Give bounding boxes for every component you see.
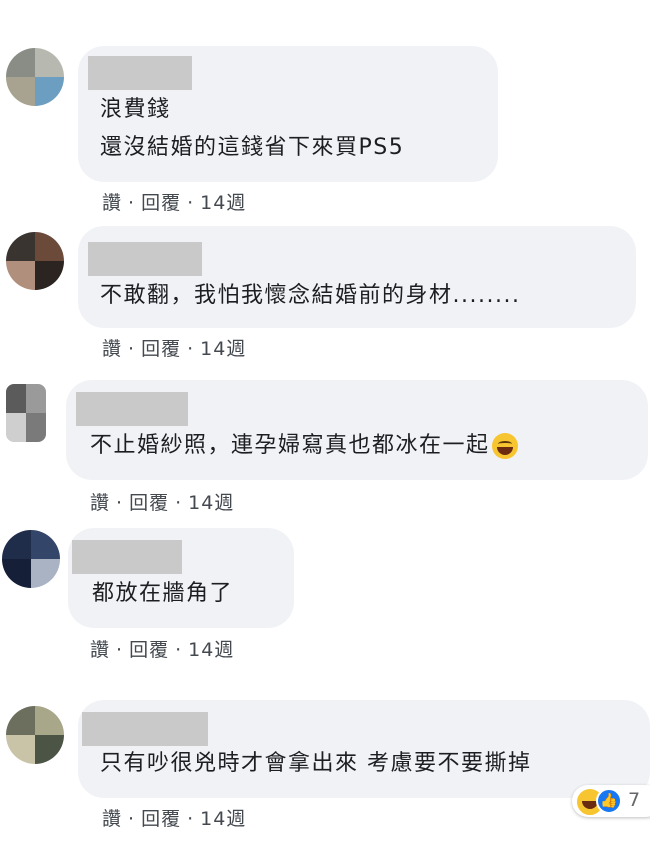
avatar[interactable] (2, 530, 60, 588)
avatar[interactable] (6, 706, 64, 764)
separator: · (187, 192, 195, 214)
comment-bubble: 只有吵很兇時才會拿出來 考慮要不要撕掉 (78, 700, 650, 798)
separator: · (128, 808, 136, 830)
timestamp[interactable]: 14週 (200, 804, 246, 831)
avatar[interactable] (6, 48, 64, 106)
avatar-pixel (6, 735, 35, 764)
avatar-pixel (2, 559, 31, 588)
avatar-pixel (35, 48, 64, 77)
comment-actions: 讚 · 回覆 · 14週 (102, 188, 246, 215)
comment-text-line: 不敢翻，我怕我懷念結婚前的身材........ (100, 283, 521, 308)
separator: · (128, 338, 136, 360)
comment-actions: 讚 · 回覆 · 14週 (90, 488, 234, 515)
avatar-pixel (26, 413, 46, 442)
reply-link[interactable]: 回覆 (141, 334, 181, 361)
avatar-pixel (31, 530, 60, 559)
reply-link[interactable]: 回覆 (129, 488, 169, 515)
reply-link[interactable]: 回覆 (141, 188, 181, 215)
avatar-pixel (6, 232, 35, 261)
separator: · (128, 192, 136, 214)
avatar-pixel (26, 384, 46, 413)
comment-text-line: 還沒結婚的這錢省下來買PS5 (100, 135, 405, 160)
comment-actions: 讚 · 回覆 · 14週 (90, 635, 234, 662)
avatar-pixel (35, 232, 64, 261)
avatar[interactable] (6, 232, 64, 290)
timestamp[interactable]: 14週 (200, 334, 246, 361)
avatar-pixel (2, 530, 31, 559)
comment-text-line: 只有吵很兇時才會拿出來 考慮要不要撕掉 (100, 751, 532, 776)
commenter-name-blurred[interactable] (82, 712, 208, 746)
avatar-pixel (35, 261, 64, 290)
avatar[interactable] (6, 384, 46, 442)
commenter-name-blurred[interactable] (88, 56, 192, 90)
avatar-pixel (6, 77, 35, 106)
laughing-tears-emoji-icon (491, 433, 518, 459)
timestamp[interactable]: 14週 (188, 488, 234, 515)
comment-bubble: 不止婚紗照，連孕婦寫真也都冰在一起 (66, 380, 648, 480)
reply-link[interactable]: 回覆 (141, 804, 181, 831)
like-link[interactable]: 讚 (90, 488, 110, 515)
avatar-pixel (35, 706, 64, 735)
separator: · (187, 338, 195, 360)
comment-actions: 讚 · 回覆 · 14週 (102, 334, 246, 361)
like-link[interactable]: 讚 (102, 188, 122, 215)
comment-text-line: 都放在牆角了 (92, 581, 234, 606)
commenter-name-blurred[interactable] (76, 392, 188, 426)
avatar-pixel (6, 413, 26, 442)
comment-bubble: 不敢翻，我怕我懷念結婚前的身材........ (78, 226, 636, 328)
avatar-pixel (6, 384, 26, 413)
reply-link[interactable]: 回覆 (129, 635, 169, 662)
comment-text-line: 不止婚紗照，連孕婦寫真也都冰在一起 (90, 428, 518, 464)
like-link[interactable]: 讚 (90, 635, 110, 662)
comment-text: 不止婚紗照，連孕婦寫真也都冰在一起 (90, 433, 490, 458)
commenter-name-blurred[interactable] (72, 540, 182, 574)
avatar-pixel (6, 261, 35, 290)
like-reaction-icon: 👍 (596, 788, 622, 814)
timestamp[interactable]: 14週 (188, 635, 234, 662)
comment-bubble: 都放在牆角了 (68, 528, 294, 628)
avatar-pixel (35, 77, 64, 106)
avatar-pixel (31, 559, 60, 588)
separator: · (187, 808, 195, 830)
separator: · (116, 492, 124, 514)
separator: · (175, 639, 183, 661)
like-link[interactable]: 讚 (102, 334, 122, 361)
comment-bubble: 浪費錢 還沒結婚的這錢省下來買PS5 (78, 46, 498, 182)
comment-actions: 讚 · 回覆 · 14週 (102, 804, 246, 831)
timestamp[interactable]: 14週 (200, 188, 246, 215)
avatar-pixel (35, 735, 64, 764)
separator: · (116, 639, 124, 661)
avatar-pixel (6, 48, 35, 77)
separator: · (175, 492, 183, 514)
like-link[interactable]: 讚 (102, 804, 122, 831)
comment-text-line: 浪費錢 (100, 97, 171, 122)
commenter-name-blurred[interactable] (88, 242, 202, 276)
reaction-count: 7 (628, 789, 641, 811)
avatar-pixel (6, 706, 35, 735)
reaction-summary[interactable]: 👍 7 (572, 785, 650, 817)
